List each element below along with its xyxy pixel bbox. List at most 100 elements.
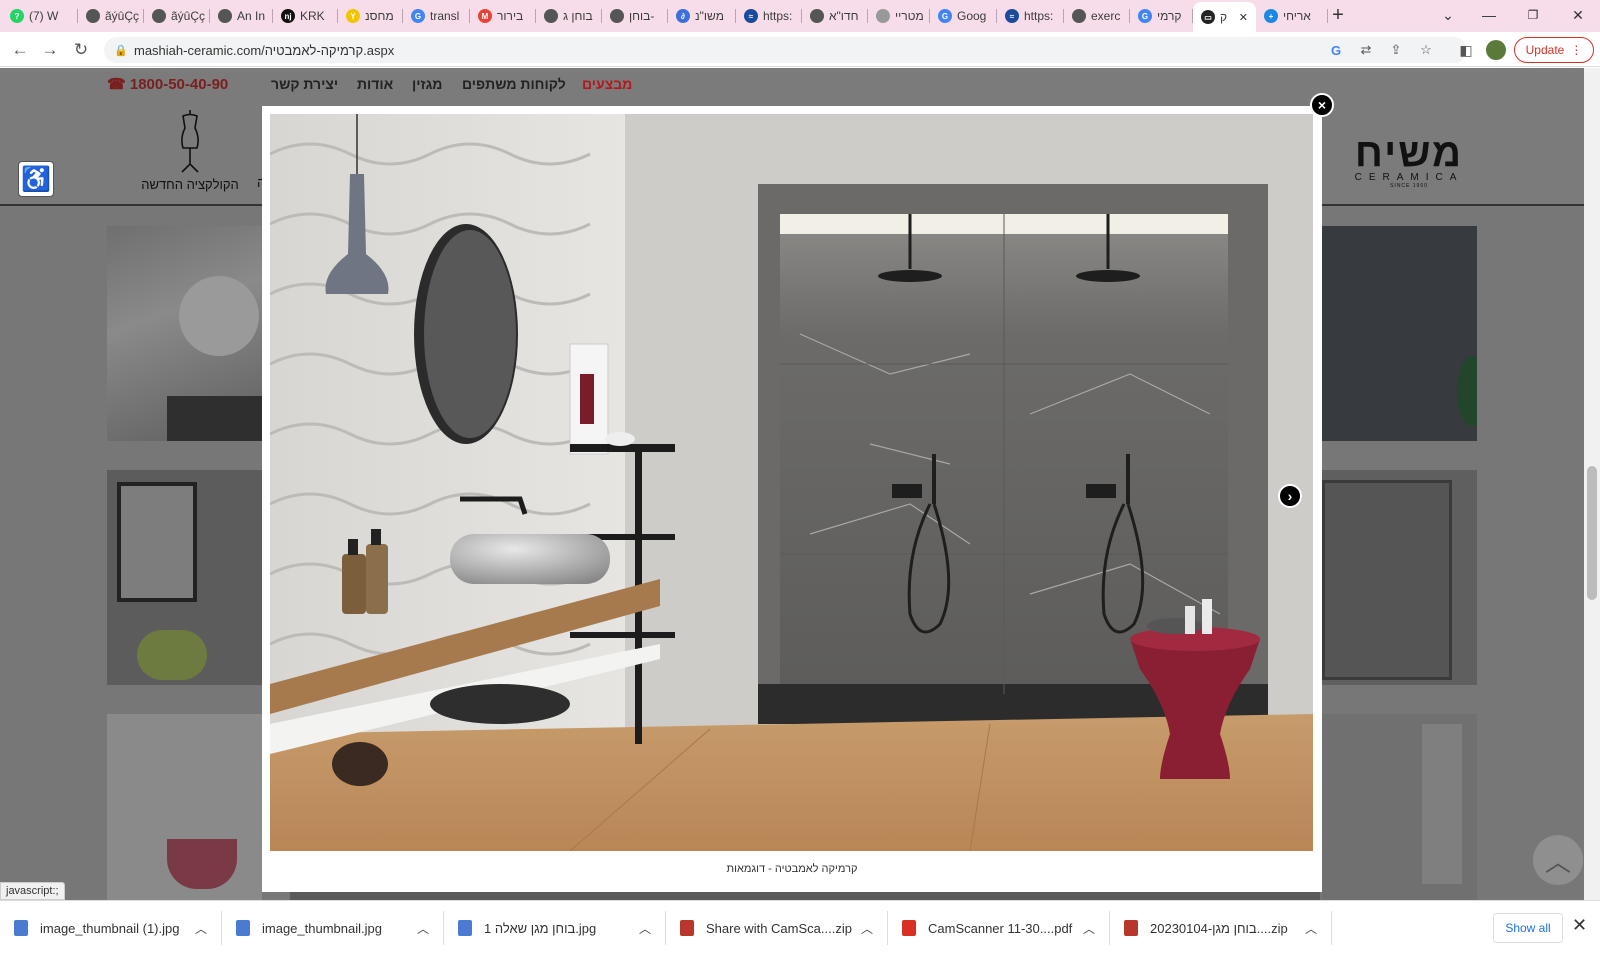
file-icon — [1124, 920, 1138, 936]
chevron-up-icon[interactable]: ︿ — [861, 920, 873, 937]
favicon-icon — [810, 9, 824, 23]
download-item[interactable]: בוחן מגן שאלה 1.jpg ︿ — [444, 911, 666, 945]
download-filename: image_thumbnail.jpg — [262, 920, 382, 936]
dress-form-icon — [181, 110, 199, 173]
favicon-icon — [876, 9, 890, 23]
browser-tab[interactable]: ãýûÇç — [78, 4, 144, 28]
back-arrow-icon[interactable]: ← — [9, 39, 31, 61]
file-icon — [236, 920, 250, 936]
new-tab-button[interactable]: + — [1326, 4, 1350, 26]
logo-since: SINCE 1960 — [1390, 183, 1428, 189]
favicon-icon — [544, 9, 558, 23]
minimize-button[interactable]: — — [1477, 4, 1501, 26]
gallery-thumbnail[interactable] — [1322, 714, 1477, 900]
chevron-up-icon[interactable]: ︿ — [1305, 920, 1317, 937]
gallery-thumbnail[interactable] — [107, 714, 262, 900]
nav-customers-share[interactable]: לקוחות משתפים — [462, 76, 566, 92]
chevron-up-icon[interactable]: ︿ — [417, 920, 429, 937]
tab-title: (7) W — [29, 9, 59, 23]
downloads-bar: image_thumbnail (1).jpg ︿ image_thumbnail.… — [0, 900, 1600, 954]
browser-tab[interactable]: ∂ משו"נ — [668, 4, 736, 28]
favicon-icon: Y — [346, 9, 360, 23]
tab-title: https: — [1024, 9, 1054, 23]
window-close-button[interactable]: ✕ — [1566, 4, 1590, 26]
profile-avatar[interactable] — [1485, 39, 1507, 61]
tab-title: חדו"א — [829, 9, 859, 23]
browser-tab[interactable]: Gtransl — [403, 4, 470, 28]
gallery-thumbnail[interactable] — [1322, 226, 1477, 441]
scrollbar-thumb[interactable] — [1587, 466, 1597, 600]
update-button[interactable]: Update ⋮ — [1514, 37, 1594, 63]
browser-tab[interactable]: ≈ https: — [997, 4, 1064, 28]
accessibility-icon[interactable]: ♿ — [18, 161, 54, 197]
file-icon — [458, 920, 472, 936]
downloads-close-icon[interactable]: ✕ — [1572, 915, 1587, 936]
browser-tab[interactable]: ▭ ק ✕ — [1193, 2, 1256, 32]
browser-tab[interactable]: + אריחי — [1256, 4, 1328, 28]
page-scrollbar[interactable] — [1584, 68, 1600, 900]
browser-tab[interactable]: בוחן- — [602, 4, 668, 28]
nav-sales[interactable]: מבצעים — [582, 76, 632, 92]
browser-tab[interactable]: ≈ https: — [736, 4, 802, 28]
download-filename: 20230104-בוחן מגן....zip — [1150, 920, 1288, 936]
share-icon[interactable]: ⇪ — [1387, 41, 1405, 59]
tab-title: בוחן- — [629, 9, 655, 23]
bookmark-star-icon[interactable]: ☆ — [1417, 41, 1435, 59]
browser-tab[interactable]: An In — [210, 4, 273, 28]
lock-icon[interactable]: 🔒 — [112, 41, 130, 59]
phone-number[interactable]: ☎ 1800-50-40-90 — [107, 75, 228, 93]
browser-tab[interactable]: Y מחסנ — [338, 4, 403, 28]
download-item[interactable]: image_thumbnail (1).jpg ︿ — [0, 911, 222, 945]
chevron-up-icon[interactable]: ︿ — [1083, 920, 1095, 937]
browser-tab[interactable]: מטריי — [868, 4, 930, 28]
forward-arrow-icon[interactable]: → — [39, 39, 61, 61]
show-all-downloads-button[interactable]: Show all — [1493, 913, 1563, 943]
browser-tab[interactable]: G Goog — [930, 4, 997, 28]
browser-tab[interactable]: G קרמי — [1130, 4, 1193, 28]
tab-title: משו"נ — [695, 9, 724, 23]
gallery-thumbnail[interactable] — [107, 470, 262, 685]
lightbox-close-button[interactable]: × — [1310, 93, 1334, 117]
download-item[interactable]: CamScanner 11-30....pdf ︿ — [888, 911, 1110, 945]
logo-hebrew: משיח — [1354, 131, 1464, 175]
download-filename: Share with CamSca....zip — [706, 920, 852, 936]
nav-magazine[interactable]: מגזין — [412, 76, 442, 92]
maximize-button[interactable]: ❐ — [1521, 4, 1545, 26]
nav-about[interactable]: אודות — [357, 76, 393, 92]
browser-tab[interactable]: nj KRK — [273, 4, 338, 28]
favicon-icon — [152, 9, 166, 23]
nav-contact[interactable]: יצירת קשר — [271, 76, 338, 92]
download-item[interactable]: Share with CamSca....zip ︿ — [666, 911, 888, 945]
browser-tab[interactable]: M בירור — [470, 4, 536, 28]
favicon-icon: G — [938, 9, 952, 23]
side-panel-icon[interactable]: ◧ — [1455, 39, 1477, 61]
new-collection-link[interactable]: הקולקציה החדשה — [115, 108, 265, 192]
browser-tab[interactable]: בוחן ג — [536, 4, 602, 28]
download-item[interactable]: image_thumbnail.jpg ︿ — [222, 911, 444, 945]
browser-tab[interactable]: ? (7) W — [2, 4, 78, 28]
kebab-menu-icon: ⋮ — [1570, 43, 1583, 57]
tab-close-icon[interactable]: ✕ — [1239, 11, 1248, 24]
gallery-thumbnail[interactable] — [1322, 470, 1477, 685]
lightbox-next-button[interactable]: › — [1278, 484, 1302, 508]
browser-tab[interactable]: exerc — [1064, 4, 1130, 28]
file-icon — [680, 920, 694, 936]
tab-search-button[interactable]: ⌄ — [1436, 4, 1460, 26]
translate-icon[interactable]: ⇄ — [1357, 41, 1375, 59]
logo-ceramica: CERAMICA — [1354, 172, 1464, 183]
google-lens-icon[interactable]: G — [1327, 41, 1345, 59]
browser-tab[interactable]: חדו"א — [802, 4, 868, 28]
download-item[interactable]: 20230104-בוחן מגן....zip ︿ — [1110, 911, 1332, 945]
reload-icon[interactable]: ↻ — [70, 39, 92, 61]
chevron-up-icon[interactable]: ︿ — [195, 920, 207, 937]
gallery-thumbnail[interactable] — [107, 226, 262, 441]
favicon-icon: ≈ — [1005, 9, 1019, 23]
tab-title: בוחן ג — [563, 9, 593, 23]
address-bar[interactable]: 🔒 mashiah-ceramic.com/קרמיקה-לאמבטיה.asp… — [104, 37, 1467, 63]
browser-tab[interactable]: ãýûÇç — [144, 4, 210, 28]
tab-strip: ? (7) WãýûÇç ãýûÇç An In nj KRK Y מחסנ Gtransl M ב… — [0, 0, 1600, 32]
chevron-up-icon[interactable]: ︿ — [639, 920, 651, 937]
site-logo[interactable]: משיח CERAMICA SINCE 1960 — [1339, 131, 1479, 189]
file-icon — [14, 920, 28, 936]
back-to-top-button[interactable]: ︿ — [1533, 835, 1583, 885]
